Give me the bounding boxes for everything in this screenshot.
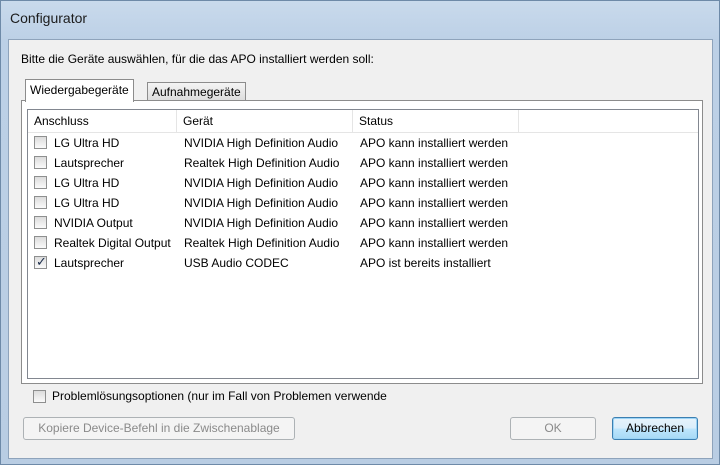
dialog-client-area: Bitte die Geräte auswählen, für die das …: [8, 39, 713, 459]
cell-geraet: USB Audio CODEC: [184, 256, 289, 270]
cell-geraet: NVIDIA High Definition Audio: [184, 176, 339, 190]
cell-geraet: Realtek High Definition Audio: [184, 156, 340, 170]
table-row[interactable]: Realtek Digital Output Realtek High Defin…: [28, 233, 698, 253]
table-row[interactable]: NVIDIA Output NVIDIA High Definition Audi…: [28, 213, 698, 233]
cell-status: APO kann installiert werden: [360, 216, 509, 230]
table-row[interactable]: Lautsprecher Realtek High Definition Audi…: [28, 153, 698, 173]
cancel-button[interactable]: Abbrechen: [612, 417, 698, 440]
device-list[interactable]: Anschluss Gerät Status LG Ultra HD NVIDIA…: [27, 109, 699, 379]
cell-geraet: NVIDIA High Definition Audio: [184, 196, 339, 210]
table-row[interactable]: LG Ultra HD NVIDIA High Definition Audio A…: [28, 173, 698, 193]
row-checkbox[interactable]: [34, 156, 47, 169]
cell-anschluss: LG Ultra HD: [54, 196, 120, 210]
row-checkbox[interactable]: [34, 196, 47, 209]
cell-status: APO kann installiert werden: [360, 136, 509, 150]
cell-status: APO ist bereits installiert: [360, 256, 491, 270]
troubleshoot-checkbox[interactable]: [33, 390, 46, 403]
cell-status: APO kann installiert werden: [360, 176, 509, 190]
ok-button[interactable]: OK: [510, 417, 596, 440]
copy-device-command-button[interactable]: Kopiere Device-Befehl in die Zwischenabl…: [23, 417, 295, 440]
cell-anschluss: Lautsprecher: [54, 256, 125, 270]
cell-geraet: NVIDIA High Definition Audio: [184, 136, 339, 150]
column-header-status[interactable]: Status: [353, 110, 519, 132]
window-title: Configurator: [10, 10, 88, 26]
cell-status: APO kann installiert werden: [360, 196, 509, 210]
cell-status: APO kann installiert werden: [360, 156, 509, 170]
table-row[interactable]: LG Ultra HD NVIDIA High Definition Audio A…: [28, 133, 698, 153]
troubleshoot-label[interactable]: Problemlösungsoptionen (nur im Fall von …: [52, 389, 387, 403]
cell-anschluss: LG Ultra HD: [54, 136, 120, 150]
table-row[interactable]: ✓ Lautsprecher USB Audio CODEC APO ist bere…: [28, 253, 698, 273]
configurator-window: Configurator Bitte die Geräte auswählen,…: [0, 0, 720, 465]
cell-anschluss: Lautsprecher: [54, 156, 125, 170]
column-header-geraet[interactable]: Gerät: [177, 110, 353, 132]
table-row[interactable]: LG Ultra HD NVIDIA High Definition Audio A…: [28, 193, 698, 213]
cell-geraet: NVIDIA High Definition Audio: [184, 216, 339, 230]
instruction-text: Bitte die Geräte auswählen, für die das …: [21, 52, 374, 66]
tab-aufnahmegeraete[interactable]: Aufnahmegeräte: [147, 82, 246, 101]
row-checkbox[interactable]: [34, 176, 47, 189]
list-rows: LG Ultra HD NVIDIA High Definition Audio A…: [28, 133, 698, 273]
cell-geraet: Realtek High Definition Audio: [184, 236, 340, 250]
column-header-anschluss[interactable]: Anschluss: [28, 110, 177, 132]
cell-anschluss: LG Ultra HD: [54, 176, 120, 190]
tab-panel: Anschluss Gerät Status LG Ultra HD NVIDIA…: [21, 100, 703, 384]
cell-status: APO kann installiert werden: [360, 236, 509, 250]
row-checkbox[interactable]: [34, 216, 47, 229]
cell-anschluss: Realtek Digital Output: [54, 236, 171, 250]
checkmark-icon: ✓: [36, 254, 47, 269]
row-checkbox[interactable]: [34, 236, 47, 249]
row-checkbox[interactable]: ✓: [34, 254, 47, 269]
list-header: Anschluss Gerät Status: [28, 110, 698, 133]
tab-wiedergabegeraete[interactable]: Wiedergabegeräte: [25, 79, 134, 102]
row-checkbox[interactable]: [34, 136, 47, 149]
cell-anschluss: NVIDIA Output: [54, 216, 133, 230]
